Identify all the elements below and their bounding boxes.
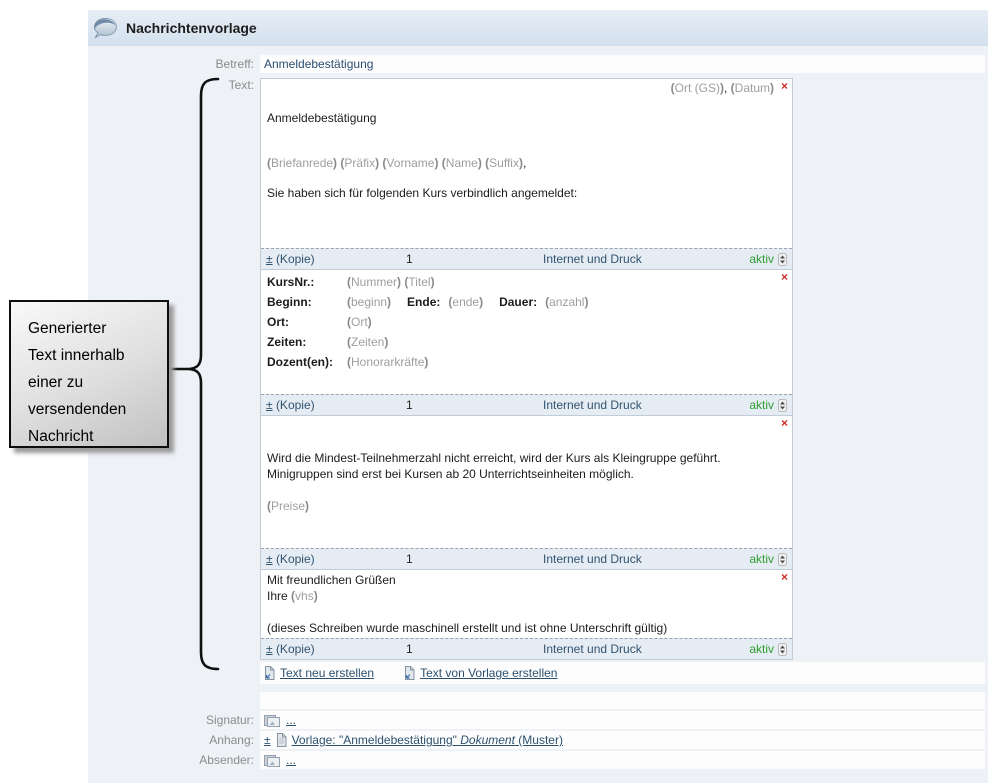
anhang-label: Anhang: bbox=[88, 731, 260, 749]
text-block: × Mit freundlichen GrüßenIhre (vhs) (die… bbox=[260, 569, 793, 660]
copy-count: 1 bbox=[406, 252, 543, 266]
annotation-text-line: versendenden bbox=[28, 396, 167, 423]
kopie-link[interactable]: (Kopie) bbox=[276, 552, 315, 566]
empty-row bbox=[88, 692, 988, 709]
annotation-text-line: Nachricht bbox=[28, 423, 167, 450]
close-icon[interactable]: × bbox=[781, 571, 788, 584]
copy-count: 1 bbox=[406, 642, 543, 656]
anhang-link-doctype: Dokument bbox=[460, 733, 515, 747]
medium-link[interactable]: Internet und Druck bbox=[543, 642, 749, 656]
text-block: × Wird die Mindest-Teilnehmerzahl nicht … bbox=[260, 415, 793, 570]
betreff-label: Betreff: bbox=[88, 55, 260, 73]
kopie-link[interactable]: (Kopie) bbox=[276, 642, 315, 656]
annotation-text-line: Text innerhalb bbox=[28, 342, 167, 369]
reorder-icon[interactable] bbox=[778, 643, 787, 656]
copy-count: 1 bbox=[406, 552, 543, 566]
spacer bbox=[88, 692, 260, 709]
betreff-row: Betreff: Anmeldebestätigung bbox=[88, 55, 988, 73]
medium-link[interactable]: Internet und Druck bbox=[543, 398, 749, 412]
status-active-link[interactable]: aktiv bbox=[749, 642, 774, 656]
reorder-icon[interactable] bbox=[778, 399, 787, 412]
close-icon[interactable]: × bbox=[781, 417, 788, 430]
create-from-template-icon[interactable] bbox=[404, 666, 415, 680]
text-row: Text: × (Ort (GS)), (Datum) Anmeldebestä… bbox=[88, 78, 988, 660]
reorder-icon[interactable] bbox=[778, 553, 787, 566]
absender-select-link[interactable]: ... bbox=[286, 751, 296, 769]
kopie-link[interactable]: (Kopie) bbox=[276, 398, 315, 412]
text-block-footer: ± (Kopie) 1 Internet und Druck aktiv bbox=[261, 248, 792, 269]
absender-label: Absender: bbox=[88, 751, 260, 769]
signatur-select-link[interactable]: ... bbox=[286, 711, 296, 729]
text-block: × KursNr.:(Nummer) (Titel)Beginn:(beginn… bbox=[260, 269, 793, 416]
status-active-link[interactable]: aktiv bbox=[749, 552, 774, 566]
anhang-link-suffix: (Muster) bbox=[515, 733, 563, 747]
nachrichtenvorlage-panel: Nachrichtenvorlage Betreff: Anmeldebestä… bbox=[88, 10, 988, 783]
text-blocks-column: × (Ort (GS)), (Datum) Anmeldebestätigung… bbox=[260, 78, 793, 660]
close-icon[interactable]: × bbox=[781, 271, 788, 284]
anhang-template-link[interactable]: Vorlage: "Anmeldebestätigung" Dokument (… bbox=[292, 731, 563, 749]
text-block-content[interactable]: (Ort (GS)), (Datum) Anmeldebestätigung (… bbox=[261, 79, 792, 248]
text-block-content[interactable]: Wird die Mindest-Teilnehmerzahl nicht er… bbox=[261, 416, 792, 548]
panel-header: Nachrichtenvorlage bbox=[88, 10, 988, 46]
expand-toggle[interactable]: ± bbox=[266, 552, 273, 566]
copy-count: 1 bbox=[406, 398, 543, 412]
text-actions-row: Text neu erstellen Text von Vorlage erst… bbox=[88, 662, 988, 684]
kopie-link[interactable]: (Kopie) bbox=[276, 252, 315, 266]
attachment-doc-icon bbox=[276, 733, 287, 747]
annotation-text-line: einer zu bbox=[28, 369, 167, 396]
medium-link[interactable]: Internet und Druck bbox=[543, 252, 749, 266]
expand-toggle[interactable]: ± bbox=[266, 398, 273, 412]
create-from-template-link[interactable]: Text von Vorlage erstellen bbox=[420, 662, 557, 684]
reorder-icon[interactable] bbox=[778, 253, 787, 266]
text-block-footer: ± (Kopie) 1 Internet und Druck aktiv bbox=[261, 638, 792, 659]
signatur-field: ... bbox=[260, 711, 985, 729]
page-title: Nachrichtenvorlage bbox=[126, 20, 257, 36]
text-block: × (Ort (GS)), (Datum) Anmeldebestätigung… bbox=[260, 78, 793, 270]
signatur-label: Signatur: bbox=[88, 711, 260, 729]
text-actions: Text neu erstellen Text von Vorlage erst… bbox=[260, 662, 985, 684]
annotation-callout: Generierter Text innerhalb einer zu vers… bbox=[9, 300, 169, 448]
text-block-content[interactable]: KursNr.:(Nummer) (Titel)Beginn:(beginn)E… bbox=[261, 270, 792, 394]
absender-field: ... bbox=[260, 751, 985, 769]
message-bubble-logo-icon bbox=[91, 14, 119, 42]
medium-link[interactable]: Internet und Druck bbox=[543, 552, 749, 566]
anhang-expand-toggle[interactable]: ± bbox=[264, 731, 271, 749]
signatur-row: Signatur: ... bbox=[88, 711, 988, 729]
text-block-content[interactable]: Mit freundlichen GrüßenIhre (vhs) (diese… bbox=[261, 570, 792, 638]
close-icon[interactable]: × bbox=[781, 80, 788, 93]
betreff-input[interactable]: Anmeldebestätigung bbox=[260, 55, 985, 73]
annotation-brace bbox=[170, 76, 222, 672]
anhang-link-prefix: Vorlage: "Anmeldebestätigung" bbox=[292, 733, 461, 747]
anhang-row: Anhang: ± Vorlage: "Anmeldebestätigung" … bbox=[88, 731, 988, 749]
text-block-footer: ± (Kopie) 1 Internet und Druck aktiv bbox=[261, 394, 792, 415]
expand-toggle[interactable]: ± bbox=[266, 642, 273, 656]
status-active-link[interactable]: aktiv bbox=[749, 252, 774, 266]
status-active-link[interactable]: aktiv bbox=[749, 398, 774, 412]
create-text-icon[interactable] bbox=[264, 666, 275, 680]
create-text-link[interactable]: Text neu erstellen bbox=[280, 662, 374, 684]
text-block-footer: ± (Kopie) 1 Internet und Druck aktiv bbox=[261, 548, 792, 569]
signature-browse-icon[interactable] bbox=[264, 714, 281, 727]
absender-row: Absender: ... bbox=[88, 751, 988, 769]
anhang-field: ± Vorlage: "Anmeldebestätigung" Dokument… bbox=[260, 731, 985, 749]
annotation-text-line: Generierter bbox=[28, 315, 167, 342]
expand-toggle[interactable]: ± bbox=[266, 252, 273, 266]
sender-browse-icon[interactable] bbox=[264, 754, 281, 767]
empty-field bbox=[260, 692, 985, 709]
